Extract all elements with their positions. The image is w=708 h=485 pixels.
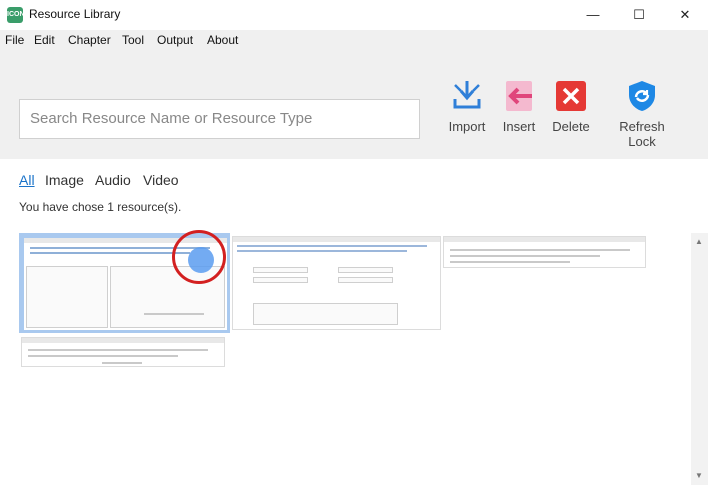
tab-video[interactable]: Video [143,172,179,188]
scroll-up-icon[interactable]: ▲ [695,237,703,246]
shield-refresh-icon [625,79,659,113]
import-icon [450,79,484,113]
window-title: Resource Library [29,7,121,21]
menu-tool[interactable]: Tool [122,33,144,47]
minimize-button[interactable]: — [570,0,616,30]
app-logo-icon: ICON [7,7,25,23]
tab-image[interactable]: Image [45,172,84,188]
cursor-dot-icon [188,247,214,273]
delete-icon [554,79,588,113]
menu-file[interactable]: File [5,33,24,47]
maximize-button[interactable]: ☐ [616,0,662,30]
tab-all[interactable]: All [19,172,35,188]
selection-status: You have chose 1 resource(s). [19,200,182,214]
search-input[interactable]: Search Resource Name or Resource Type [19,99,420,139]
delete-label: Delete [552,119,590,134]
import-label: Import [448,119,486,134]
tab-audio[interactable]: Audio [95,172,131,188]
resource-thumbnail[interactable] [232,236,441,330]
menu-chapter[interactable]: Chapter [68,33,111,47]
toolbar: Search Resource Name or Resource Type Im… [0,52,708,159]
scroll-down-icon[interactable]: ▼ [695,471,703,480]
resource-thumbnail[interactable] [443,236,646,268]
menu-bar: File Edit Chapter Tool Output About [0,30,708,52]
import-button[interactable]: Import [446,79,488,134]
vertical-scrollbar[interactable]: ▲ ▼ [691,233,708,485]
menu-edit[interactable]: Edit [34,33,55,47]
close-window-button[interactable]: ✕ [662,0,708,30]
menu-about[interactable]: About [207,33,238,47]
menu-output[interactable]: Output [157,33,193,47]
insert-label: Insert [502,119,536,134]
refresh-lock-label: Refresh Lock [619,119,665,149]
resource-thumbnail[interactable] [21,337,225,367]
insert-button[interactable]: Insert [502,79,536,134]
title-bar: ICON Resource Library — ☐ ✕ [0,0,708,30]
resource-grid [19,233,691,483]
delete-button[interactable]: Delete [551,79,591,134]
insert-icon [502,79,536,113]
refresh-lock-button[interactable]: Refresh Lock [604,79,680,149]
